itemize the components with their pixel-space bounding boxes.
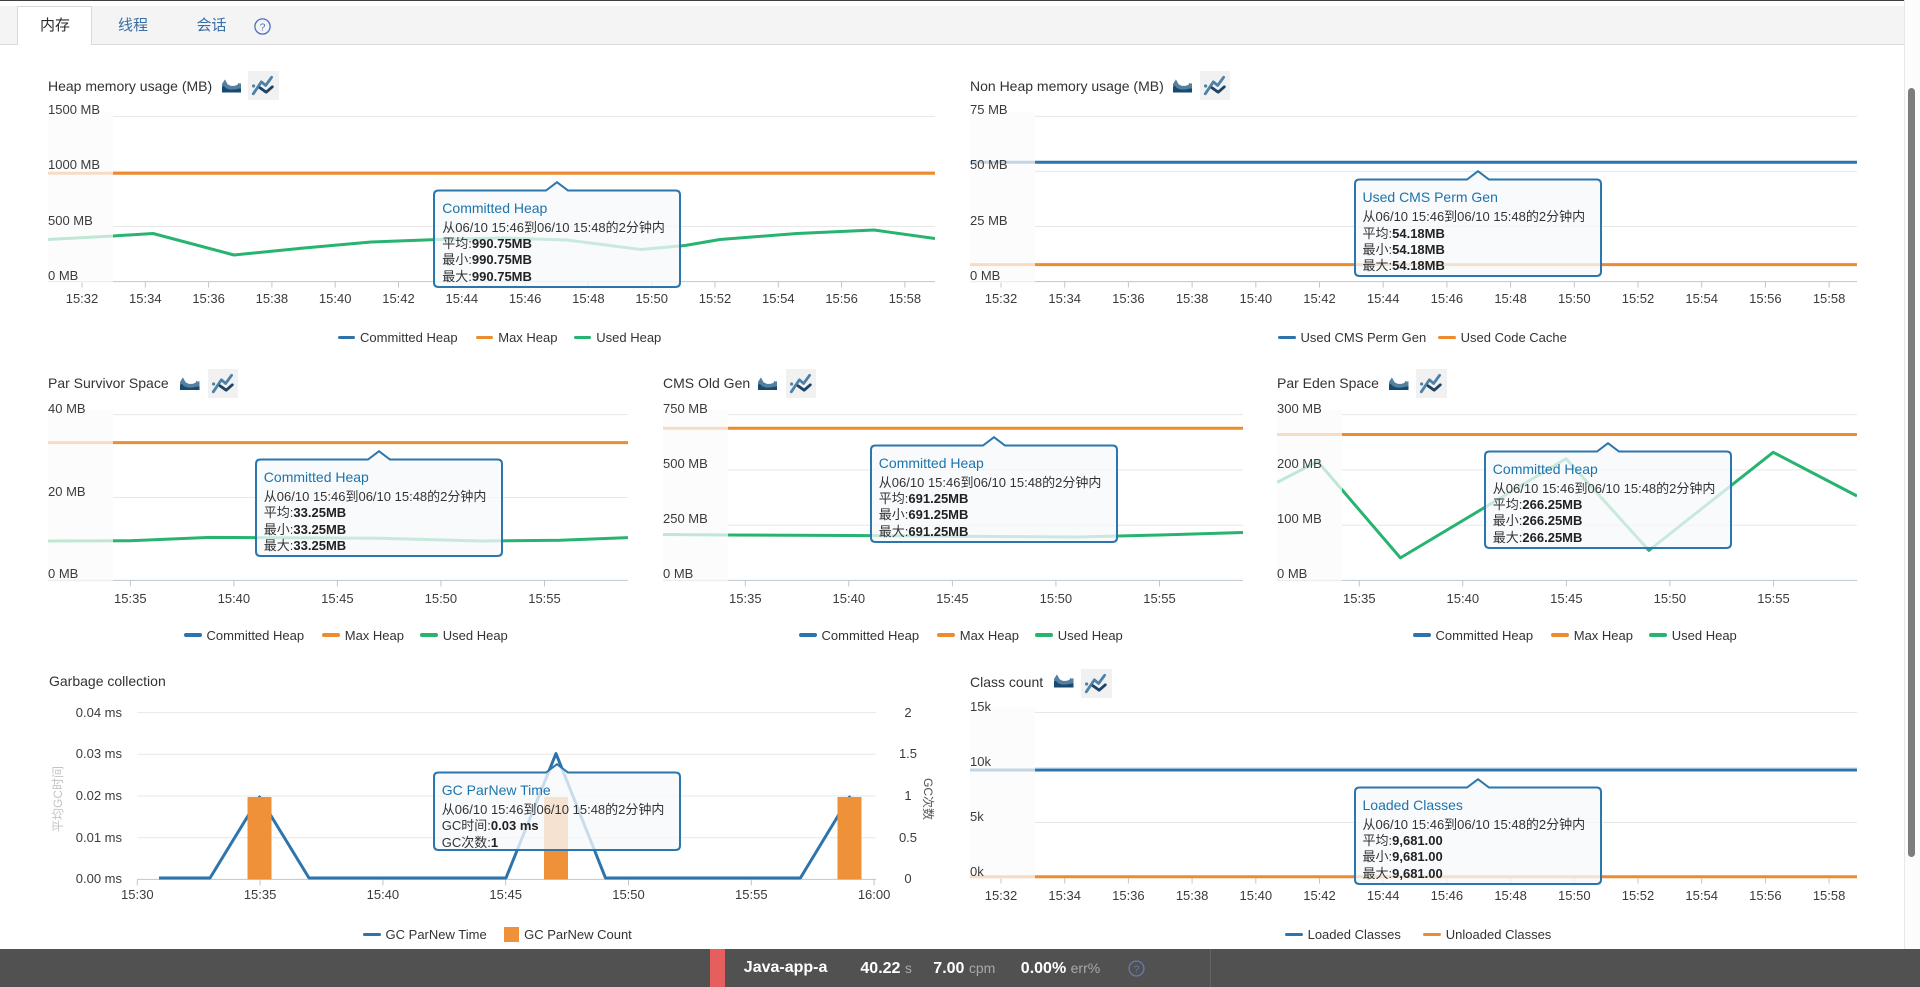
svg-text:?: ? (260, 21, 266, 33)
svg-text:?: ? (1134, 963, 1140, 975)
